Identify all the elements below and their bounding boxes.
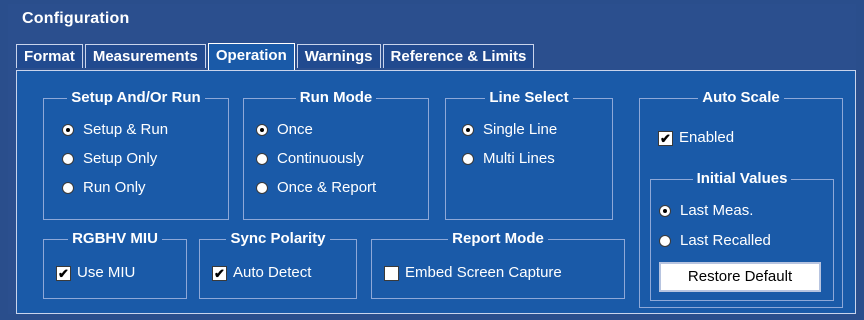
radio-icon [256, 182, 268, 194]
line-select-group: Line Select Single Line Multi Lines [445, 89, 613, 220]
radio-selected-icon [659, 205, 671, 217]
radio-label: Setup Only [83, 150, 158, 167]
radio-label: Multi Lines [483, 150, 555, 167]
initial-values-title: Initial Values [692, 170, 792, 187]
radio-selected-icon [256, 124, 268, 136]
setup-run-group: Setup And/Or Run Setup & Run Setup Only … [43, 89, 229, 220]
configuration-window: Configuration Format Measurements Operat… [8, 4, 856, 314]
radio-run-only[interactable]: Run Only [62, 179, 146, 197]
use-miu-checkbox[interactable]: ✔ Use MIU [56, 264, 135, 282]
checkbox-checked-icon: ✔ [56, 265, 71, 281]
radio-icon [659, 235, 671, 247]
radio-label: Once & Report [277, 179, 377, 196]
radio-once-and-report[interactable]: Once & Report [256, 179, 376, 197]
checkbox-label: Embed Screen Capture [405, 264, 562, 281]
radio-once[interactable]: Once [256, 121, 313, 139]
run-mode-group: Run Mode Once Continuously Once & Report [243, 89, 429, 220]
auto-scale-title: Auto Scale [698, 89, 784, 106]
enabled-checkbox[interactable]: ✔ Enabled [658, 129, 734, 147]
checkbox-unchecked-icon [384, 265, 399, 281]
radio-setup-only[interactable]: Setup Only [62, 150, 157, 168]
radio-last-meas[interactable]: Last Meas. [659, 202, 753, 220]
initial-values-group: Initial Values Last Meas. Last Recalled … [650, 170, 834, 301]
sync-polarity-title: Sync Polarity [226, 230, 330, 247]
radio-icon [256, 153, 268, 165]
radio-continuously[interactable]: Continuously [256, 150, 364, 168]
run-mode-title: Run Mode [295, 89, 377, 106]
checkbox-label: Use MIU [77, 264, 136, 281]
radio-icon [462, 153, 474, 165]
checkbox-checked-icon: ✔ [212, 265, 227, 281]
radio-single-line[interactable]: Single Line [462, 121, 557, 139]
rgbhv-miu-title: RGBHV MIU [68, 230, 162, 247]
radio-selected-icon [62, 124, 74, 136]
radio-icon [62, 182, 74, 194]
radio-label: Setup & Run [83, 121, 169, 138]
auto-scale-group: Auto Scale ✔ Enabled Initial Values Last… [639, 89, 843, 308]
radio-multi-lines[interactable]: Multi Lines [462, 150, 555, 168]
tab-format[interactable]: Format [16, 44, 83, 68]
tab-operation[interactable]: Operation [207, 43, 295, 70]
rgbhv-miu-group: RGBHV MIU ✔ Use MIU [43, 230, 187, 299]
line-select-title: Line Select [485, 89, 573, 106]
radio-last-recalled[interactable]: Last Recalled [659, 232, 771, 250]
radio-label: Continuously [277, 150, 364, 167]
tab-warnings[interactable]: Warnings [296, 44, 381, 68]
radio-label: Run Only [83, 179, 146, 196]
tab-bar: Format Measurements Operation Warnings R… [16, 43, 536, 70]
sync-polarity-group: Sync Polarity ✔ Auto Detect [199, 230, 357, 299]
restore-default-button[interactable]: Restore Default [659, 262, 821, 292]
radio-label: Last Meas. [680, 202, 754, 219]
radio-setup-and-run[interactable]: Setup & Run [62, 121, 168, 139]
tab-reference-limits[interactable]: Reference & Limits [382, 44, 535, 68]
window-title: Configuration [22, 10, 130, 27]
checkbox-label: Enabled [679, 129, 735, 146]
radio-label: Once [277, 121, 313, 138]
radio-label: Last Recalled [680, 232, 771, 249]
setup-run-title: Setup And/Or Run [67, 89, 205, 106]
radio-label: Single Line [483, 121, 558, 138]
checkbox-label: Auto Detect [233, 264, 312, 281]
radio-icon [62, 153, 74, 165]
report-mode-group: Report Mode Embed Screen Capture [371, 230, 625, 299]
auto-detect-checkbox[interactable]: ✔ Auto Detect [212, 264, 311, 282]
tab-measurements[interactable]: Measurements [84, 44, 206, 68]
radio-selected-icon [462, 124, 474, 136]
checkbox-checked-icon: ✔ [658, 130, 673, 146]
report-mode-title: Report Mode [448, 230, 548, 247]
embed-screen-capture-checkbox[interactable]: Embed Screen Capture [384, 264, 562, 282]
operation-panel: Setup And/Or Run Setup & Run Setup Only … [16, 70, 856, 314]
